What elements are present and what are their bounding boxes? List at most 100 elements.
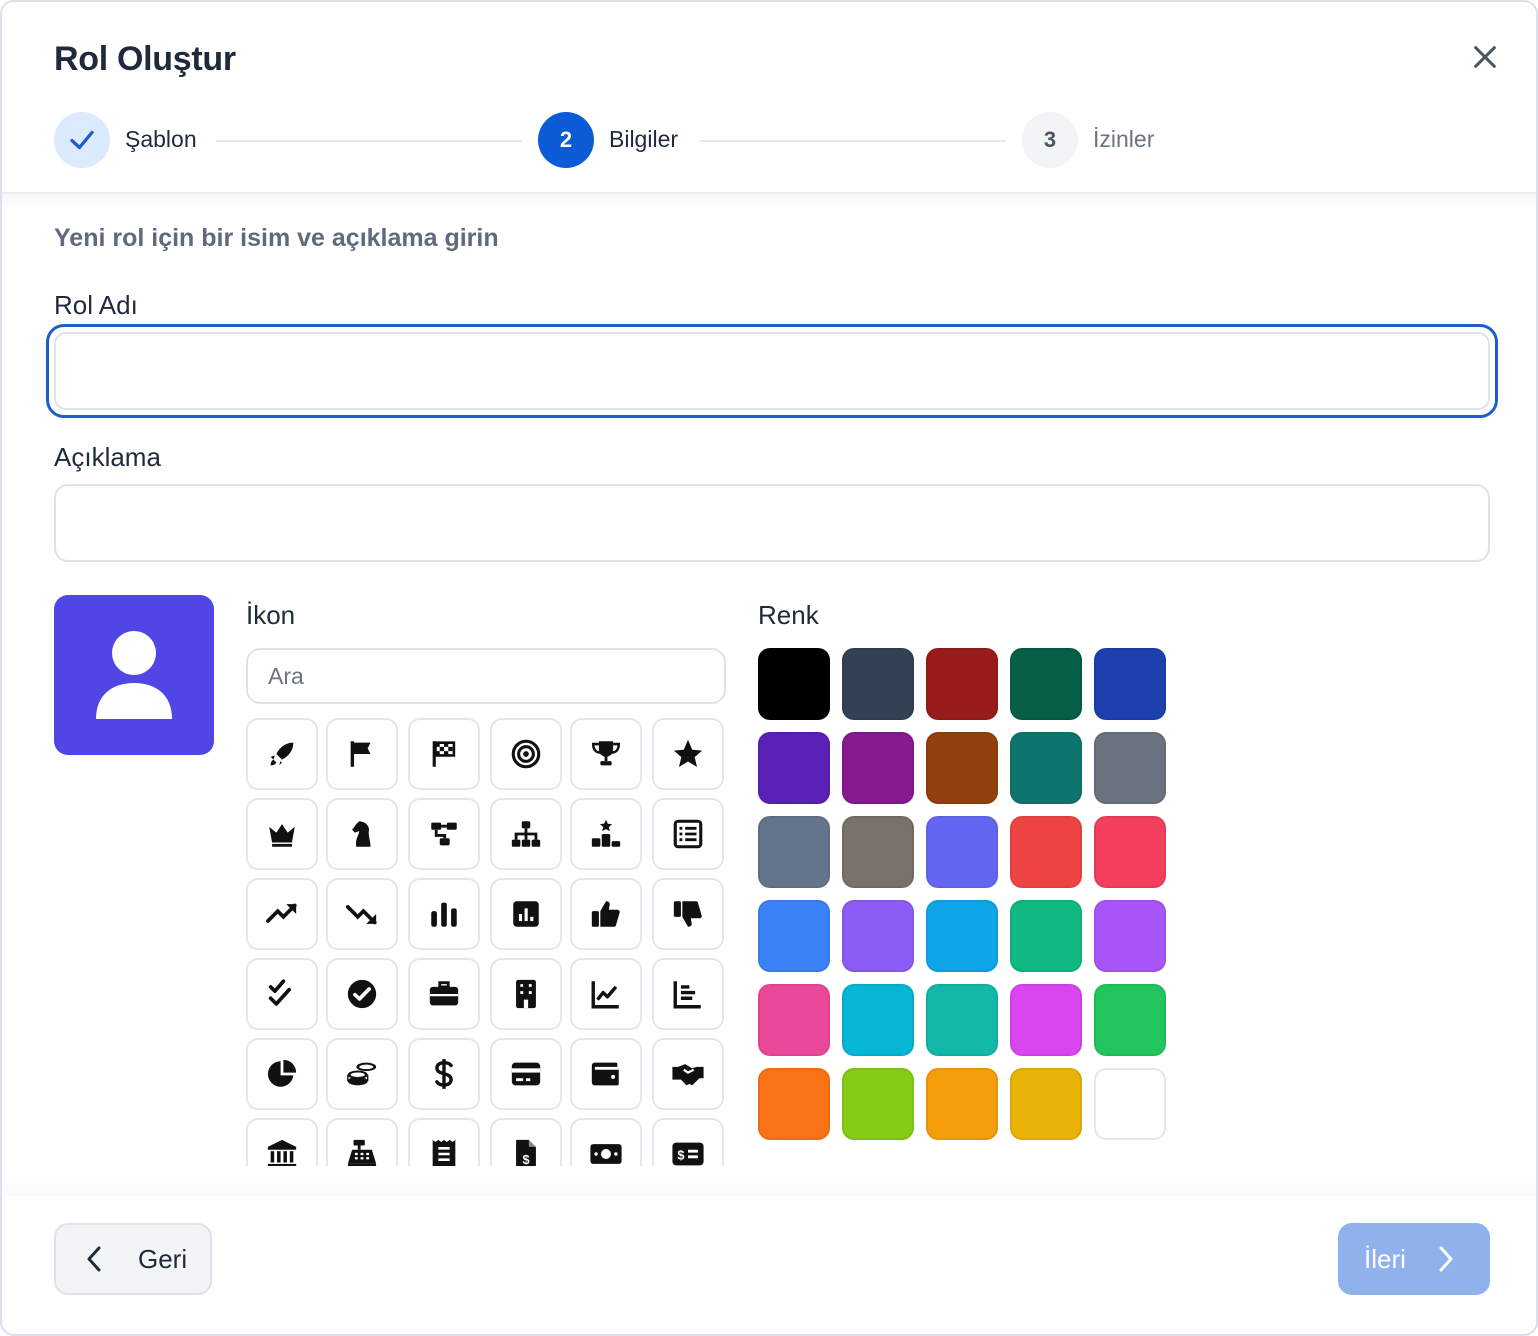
color-swatch[interactable] [842,984,914,1056]
icon-option-chart-simple[interactable] [408,878,480,950]
svg-text:$: $ [522,1152,529,1166]
color-swatch[interactable] [926,900,998,972]
dialog-title: Rol Oluştur [54,40,236,78]
wallet-icon [591,1062,619,1086]
color-swatch[interactable] [842,732,914,804]
icon-option-table-list[interactable] [652,798,724,870]
step-1-label: Şablon [125,126,197,152]
icon-option-flag-checkered[interactable] [408,718,480,790]
arrow-trend-down-icon [345,905,377,925]
icon-option-file-invoice-dollar[interactable]: $ [490,1118,562,1166]
color-swatch[interactable] [1094,648,1166,720]
icon-option-cash-register[interactable] [326,1118,398,1166]
icon-option-thumbs-up[interactable] [570,878,642,950]
color-swatch[interactable] [1010,1068,1082,1140]
color-swatch[interactable] [758,732,830,804]
icon-option-thumbs-down[interactable] [652,878,724,950]
icon-option-wallet[interactable] [570,1038,642,1110]
icon-option-star[interactable] [652,718,724,790]
file-invoice-dollar-icon: $ [516,1139,536,1166]
color-swatch[interactable] [1010,732,1082,804]
rocket-icon [270,742,294,766]
color-swatch[interactable] [1094,900,1166,972]
chart-simple-icon [431,902,457,927]
icon-option-ranking-star[interactable] [570,798,642,870]
icon-option-diagram-project[interactable] [408,798,480,870]
icon-option-chart-line[interactable] [570,958,642,1030]
icon-option-trophy[interactable] [570,718,642,790]
icon-option-coins[interactable] [326,1038,398,1110]
square-poll-vertical-icon [513,901,539,927]
color-swatch[interactable] [842,900,914,972]
color-swatch[interactable] [926,732,998,804]
color-swatch[interactable] [758,648,830,720]
color-swatch[interactable] [926,984,998,1056]
receipt-icon [432,1139,456,1166]
icon-option-building[interactable] [490,958,562,1030]
icon-option-money-check-dollar[interactable]: $ [652,1118,724,1166]
icon-option-arrow-trend-down[interactable] [326,878,398,950]
color-grid [758,648,1168,1140]
icon-option-handshake[interactable] [652,1038,724,1110]
bullseye-icon [511,739,541,769]
color-swatch[interactable] [1094,984,1166,1056]
description-input[interactable] [54,484,1490,562]
color-swatch[interactable] [1094,816,1166,888]
role-name-input[interactable] [54,332,1490,410]
icon-option-money-bill[interactable] [570,1118,642,1166]
icon-search-input[interactable]: Ara [246,648,726,704]
color-swatch[interactable] [1094,732,1166,804]
icon-option-credit-card[interactable] [490,1038,562,1110]
step-2-label: Bilgiler [609,126,679,152]
color-swatch[interactable] [926,816,998,888]
thumbs-up-icon [591,901,620,927]
table-list-icon [673,819,703,849]
stepper: Şablon 2 Bilgiler 3 İzinler [54,112,1164,170]
icon-option-briefcase[interactable] [408,958,480,1030]
color-swatch[interactable] [926,1068,998,1140]
svg-text:$: $ [677,1148,684,1163]
icon-option-circle-check[interactable] [326,958,398,1030]
color-swatch[interactable] [758,1068,830,1140]
icon-option-arrow-trend-up[interactable] [246,878,318,950]
color-swatch[interactable] [1010,900,1082,972]
color-swatch[interactable] [1010,984,1082,1056]
icon-option-chart-pie[interactable] [246,1038,318,1110]
icon-option-crown[interactable] [246,798,318,870]
next-button[interactable]: İleri [1338,1223,1490,1295]
icon-option-check-double[interactable] [246,958,318,1030]
icon-option-rocket[interactable] [246,718,318,790]
color-swatch[interactable] [842,648,914,720]
chevron-right-icon [1439,1246,1453,1272]
color-picker-label: Renk [758,600,819,630]
icon-option-chess-knight[interactable] [326,798,398,870]
color-swatch[interactable] [1010,648,1082,720]
chart-bar-icon [673,981,701,1009]
icon-option-bullseye[interactable] [490,718,562,790]
icon-option-receipt[interactable] [408,1118,480,1166]
icon-option-chart-bar[interactable] [652,958,724,1030]
building-columns-icon [267,1139,297,1166]
form-subtitle: Yeni rol için bir isim ve açıklama girin [54,224,499,252]
color-swatch[interactable] [1010,816,1082,888]
color-swatch[interactable] [1094,1068,1166,1140]
color-swatch[interactable] [758,816,830,888]
close-button[interactable] [1464,36,1506,78]
step-3-label: İzinler [1093,126,1155,152]
icon-option-square-poll-vertical[interactable] [490,878,562,950]
color-swatch[interactable] [758,900,830,972]
color-swatch[interactable] [926,648,998,720]
chevron-left-icon [87,1246,101,1272]
icon-option-flag[interactable] [326,718,398,790]
thumbs-down-icon [673,901,702,927]
back-button[interactable]: Geri [54,1223,212,1295]
color-swatch[interactable] [842,816,914,888]
color-swatch[interactable] [758,984,830,1056]
step-2-circle: 2 [538,112,594,168]
icon-grid: $ $ [246,718,726,1166]
flag-checkered-icon [432,741,456,767]
icon-option-building-columns[interactable] [246,1118,318,1166]
color-swatch[interactable] [842,1068,914,1140]
icon-option-sitemap[interactable] [490,798,562,870]
icon-option-dollar-sign[interactable] [408,1038,480,1110]
